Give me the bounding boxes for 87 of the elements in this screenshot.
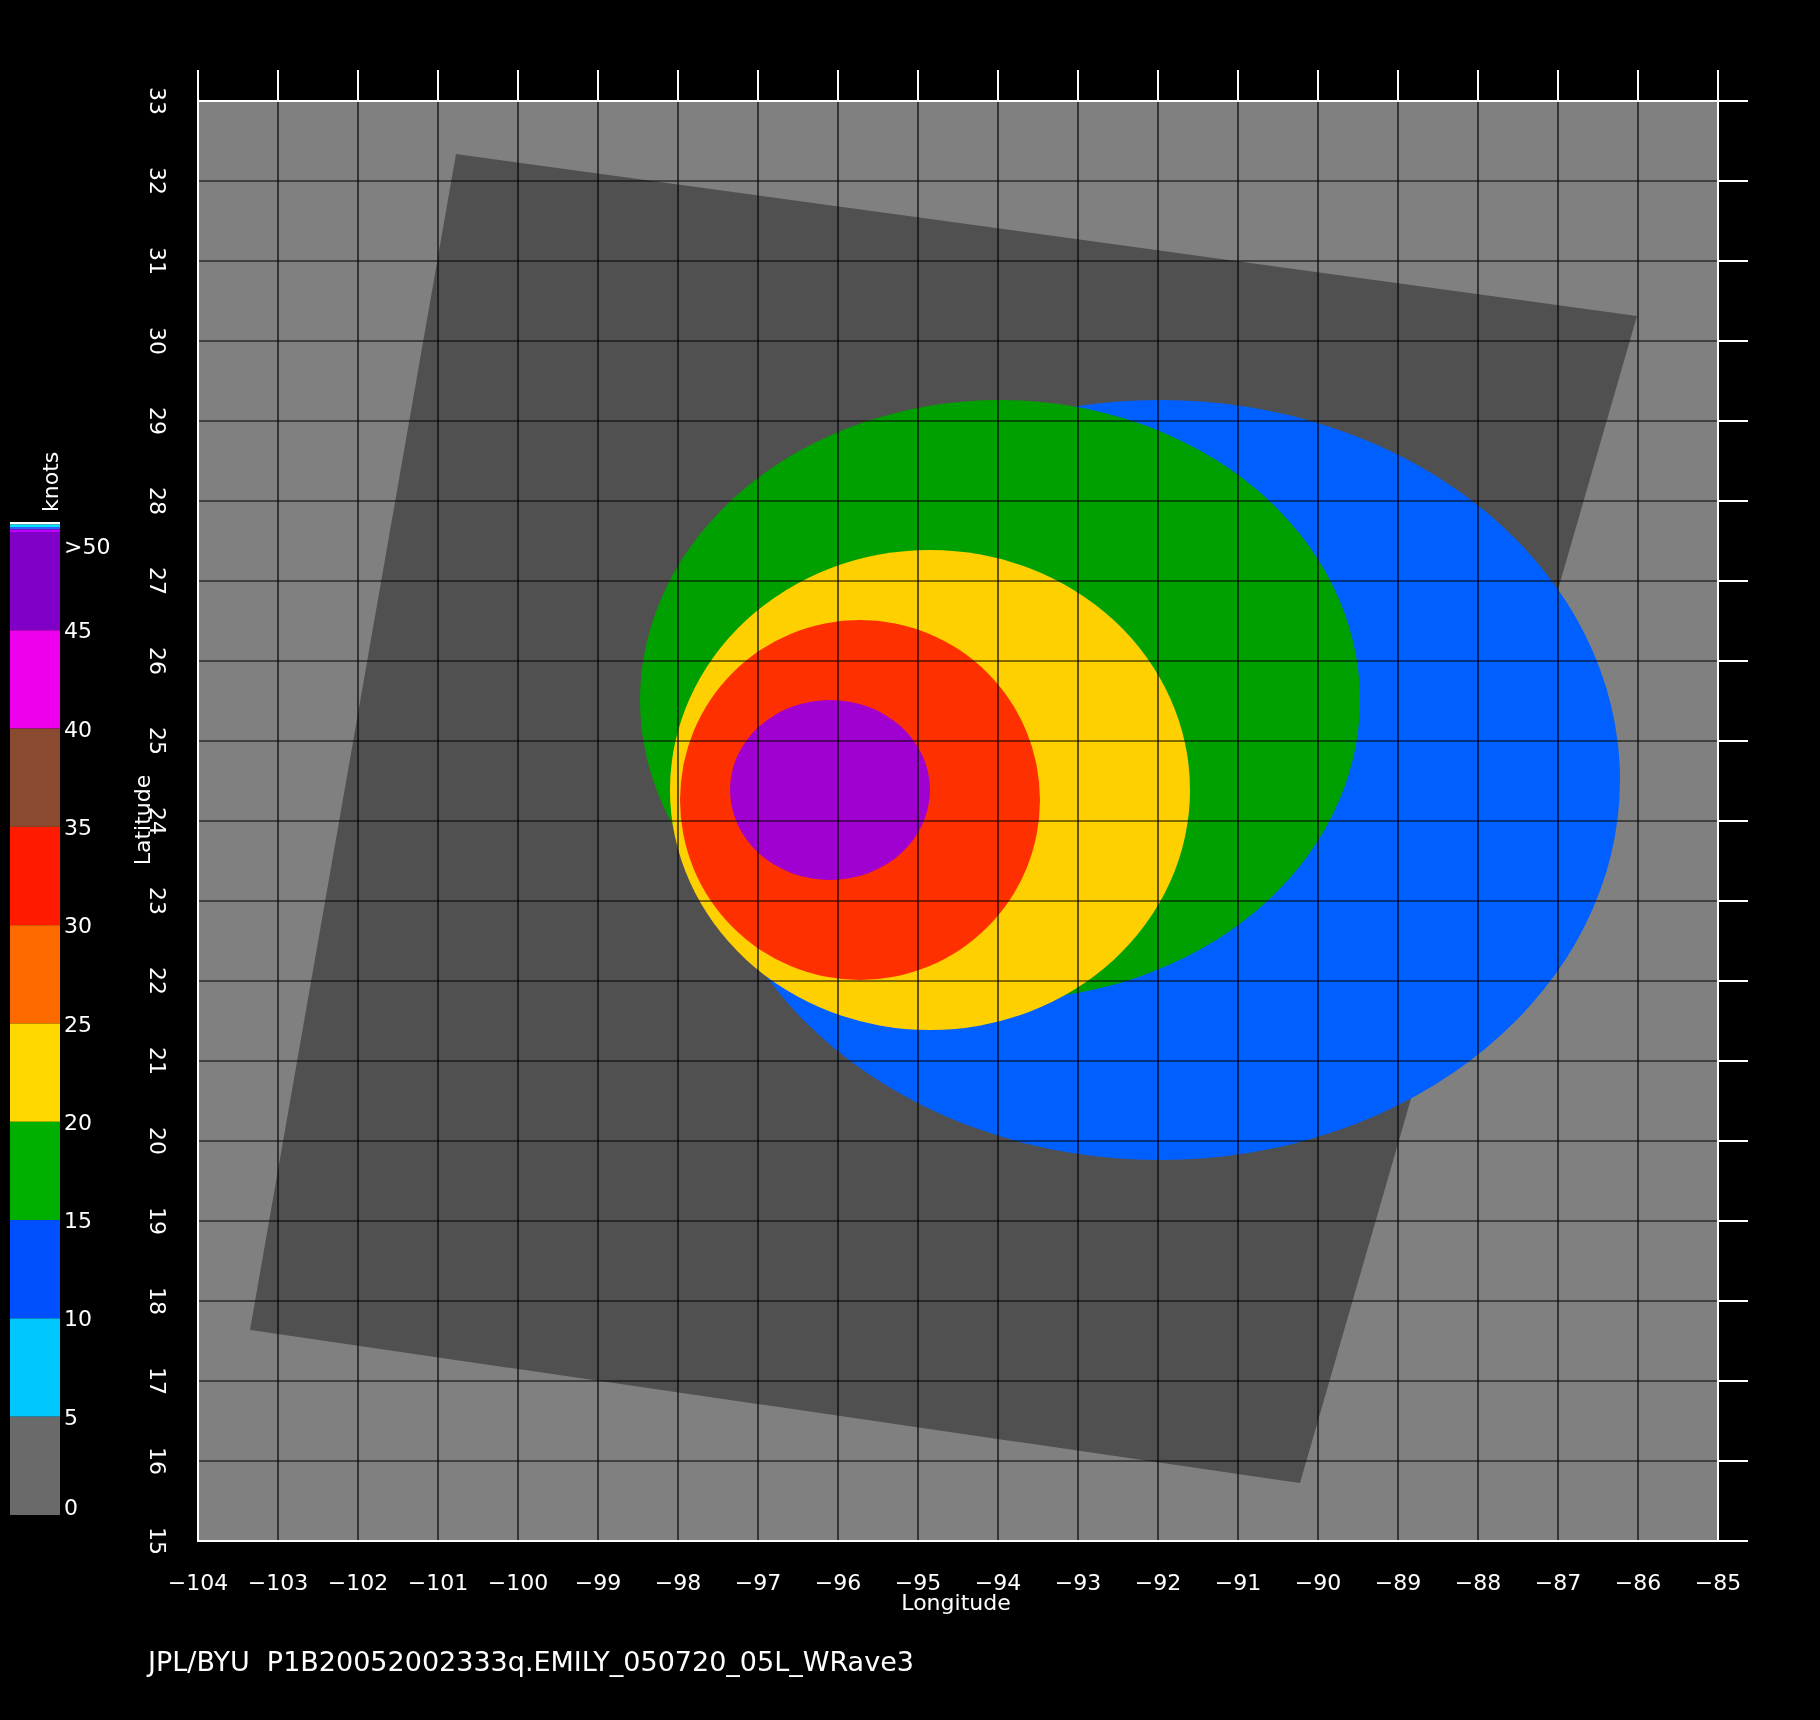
longitude-tick-label: −104: [167, 1570, 229, 1595]
longitude-tick-label: −97: [734, 1570, 782, 1595]
tick-mark: [437, 69, 439, 102]
latitude-tick-label: 18: [145, 1287, 170, 1315]
longitude-tick-label: −85: [1694, 1570, 1742, 1595]
colorbar-label: 30: [64, 913, 92, 939]
tick-mark: [677, 69, 679, 102]
latitude-tick-label: 17: [145, 1367, 170, 1395]
tick-mark: [1717, 1060, 1749, 1062]
tick-mark: [197, 69, 199, 102]
latitude-tick-label: 31: [145, 247, 170, 275]
tick-mark: [1477, 69, 1479, 102]
tick-mark: [917, 69, 919, 102]
latitude-tick-label: 32: [145, 167, 170, 195]
longitude-tick-label: −100: [487, 1570, 549, 1595]
tick-mark: [1717, 740, 1749, 742]
latitude-tick-label: 20: [145, 1127, 170, 1155]
latitude-tick-label: 23: [145, 887, 170, 915]
longitude-tick-label: −98: [654, 1570, 702, 1595]
tick-mark: [1717, 180, 1749, 182]
longitude-tick-label: −96: [814, 1570, 862, 1595]
tick-mark: [1717, 580, 1749, 582]
tick-mark: [1717, 1380, 1749, 1382]
tick-mark: [1237, 69, 1239, 102]
tick-mark: [1717, 500, 1749, 502]
tick-mark: [1717, 900, 1749, 902]
tick-mark: [1717, 820, 1749, 822]
latitude-tick-label: 27: [145, 567, 170, 595]
latitude-tick-label: 22: [145, 967, 170, 995]
colorbar-label: 0: [64, 1495, 78, 1520]
longitude-tick-label: −86: [1614, 1570, 1662, 1595]
latitude-tick-label: 16: [145, 1447, 170, 1475]
latitude-tick-label: 29: [145, 407, 170, 435]
latitude-tick-label: 30: [145, 327, 170, 355]
longitude-tick-label: −103: [247, 1570, 309, 1595]
colorbar-label: 25: [64, 1011, 92, 1037]
tick-mark: [1397, 69, 1399, 102]
tick-mark: [1717, 420, 1749, 422]
latitude-tick-label: 28: [145, 487, 170, 515]
colorbar-label: 45: [64, 618, 92, 644]
tick-mark: [357, 69, 359, 102]
tick-mark: [1717, 660, 1749, 662]
longitude-tick-label: −91: [1214, 1570, 1262, 1595]
latitude-tick-label: 15: [145, 1527, 170, 1555]
latitude-tick-label: 26: [145, 647, 170, 675]
colorbar-label: 5: [64, 1404, 78, 1430]
colorbar-label: 10: [64, 1306, 92, 1332]
colorbar-title: knots: [38, 451, 63, 512]
tick-mark: [1717, 260, 1749, 262]
latitude-tick-label: 21: [145, 1047, 170, 1075]
figure-caption: JPL/BYU P1B20052002333q.EMILY_050720_05L_WRave3: [148, 1646, 914, 1677]
longitude-tick-label: −90: [1294, 1570, 1342, 1595]
colorbar-label: 15: [64, 1208, 92, 1234]
tick-mark: [1717, 1140, 1749, 1142]
tick-mark: [277, 69, 279, 102]
longitude-tick-label: −101: [407, 1570, 469, 1595]
longitude-tick-label: −92: [1134, 1570, 1182, 1595]
latitude-tick-label: 19: [145, 1207, 170, 1235]
colorbar-label: 35: [64, 814, 92, 840]
tick-mark: [1557, 69, 1559, 102]
longitude-tick-label: −87: [1534, 1570, 1582, 1595]
tick-mark: [1637, 69, 1639, 102]
colorbar-label: >50: [64, 534, 111, 559]
longitude-tick-label: −88: [1454, 1570, 1502, 1595]
longitude-tick-label: −89: [1374, 1570, 1422, 1595]
tick-mark: [517, 69, 519, 102]
colorbar-label: 20: [64, 1109, 92, 1135]
colorbar-label: 40: [64, 716, 92, 742]
tick-mark: [997, 69, 999, 102]
tick-mark: [597, 69, 599, 102]
tick-mark: [1157, 69, 1159, 102]
tick-mark: [757, 69, 759, 102]
tick-mark: [1077, 69, 1079, 102]
colorbar-top-stripes: [10, 522, 60, 532]
latitude-tick-label: 33: [145, 87, 170, 115]
tick-mark: [837, 69, 839, 102]
tick-mark: [1717, 1460, 1749, 1462]
tick-mark: [1717, 980, 1749, 982]
tick-mark: [1717, 1220, 1749, 1222]
longitude-tick-label: −99: [574, 1570, 622, 1595]
tick-mark: [1717, 340, 1749, 342]
latitude-tick-label: 25: [145, 727, 170, 755]
tick-mark: [1717, 1540, 1749, 1542]
longitude-tick-label: −102: [327, 1570, 389, 1595]
tick-mark: [1317, 69, 1319, 102]
longitude-tick-label: −93: [1054, 1570, 1102, 1595]
tick-mark: [1717, 1300, 1749, 1302]
